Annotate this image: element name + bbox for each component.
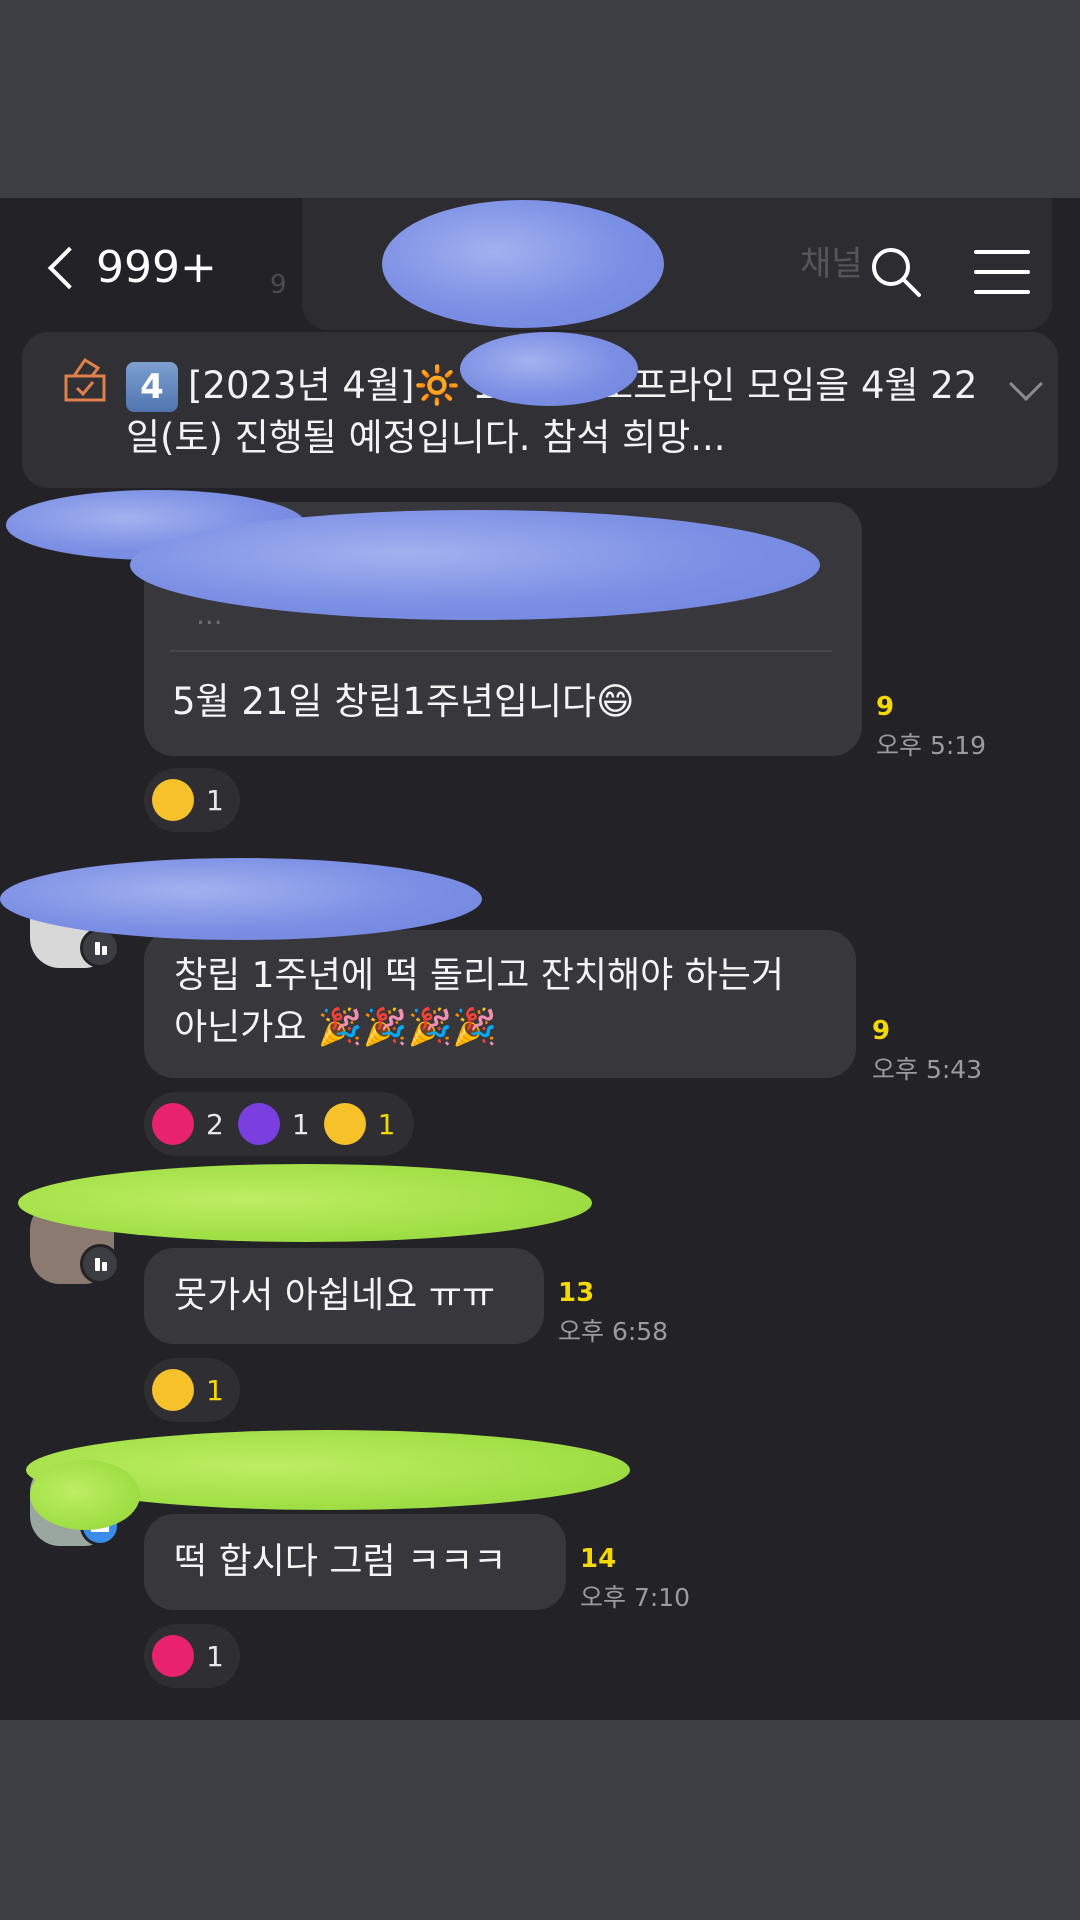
redaction-mark xyxy=(18,1164,592,1242)
vote-box-icon xyxy=(64,357,106,402)
grinning-squint-face-icon xyxy=(152,779,194,821)
reaction-count: 2 xyxy=(206,1107,224,1141)
reaction-item[interactable]: 1 xyxy=(323,1103,396,1145)
hamburger-icon xyxy=(974,250,1030,254)
back-button[interactable]: 999+ xyxy=(40,242,217,293)
reaction-bar: 1 xyxy=(144,768,240,832)
redaction-mark xyxy=(130,510,820,620)
reaction-bar: 1 xyxy=(144,1624,240,1688)
search-button[interactable] xyxy=(868,244,924,300)
reaction-item[interactable]: 1 xyxy=(152,779,224,821)
reaction-item[interactable]: 2 xyxy=(152,1103,224,1145)
bars-icon xyxy=(95,942,108,955)
thumbs-up-icon xyxy=(237,1103,280,1145)
redaction-mark xyxy=(382,200,664,328)
grinning-squint-face-icon xyxy=(323,1103,366,1145)
reaction-count: 1 xyxy=(206,783,224,817)
menu-button[interactable] xyxy=(974,250,1030,294)
background-count: 9 xyxy=(270,270,287,300)
status-area xyxy=(0,0,1080,198)
reaction-count: 1 xyxy=(206,1373,224,1407)
sad-face-icon xyxy=(152,1369,194,1411)
message-bubble[interactable]: 창립 1주년에 떡 돌리고 잔치해야 하는거 아닌가요 🎉🎉🎉🎉 xyxy=(144,930,856,1078)
message-time: 오후 7:10 xyxy=(580,1583,691,1612)
reaction-count: 1 xyxy=(377,1107,396,1141)
heart-icon xyxy=(152,1635,194,1677)
unread-total-count: 999+ xyxy=(96,242,217,293)
message-time: 오후 5:43 xyxy=(872,1055,983,1084)
reaction-item[interactable]: 1 xyxy=(152,1369,224,1411)
background-card-label: 채널 xyxy=(800,244,863,284)
member-badge xyxy=(80,1244,120,1284)
heart-icon xyxy=(152,1103,194,1145)
unread-count: 9 xyxy=(872,1016,891,1046)
message-text: 떡 합시다 그럼 ㅋㅋㅋ xyxy=(174,1541,507,1582)
unread-count: 14 xyxy=(580,1544,617,1574)
quote-divider xyxy=(170,650,832,652)
reaction-item[interactable]: 1 xyxy=(152,1635,224,1677)
unread-count: 13 xyxy=(558,1278,595,1308)
message-text: 5월 21일 창립1주년입니다😄 xyxy=(172,680,635,723)
reaction-item[interactable]: 1 xyxy=(237,1103,310,1145)
redaction-mark xyxy=(30,1460,140,1530)
message-bubble[interactable]: 못가서 아쉽네요 ㅠㅠ xyxy=(144,1248,544,1344)
member-badge xyxy=(80,928,120,968)
message-text: 못가서 아쉽네요 ㅠㅠ xyxy=(174,1275,495,1316)
message-text-line: 창립 1주년에 떡 돌리고 잔치해야 하는거 xyxy=(174,955,785,996)
reaction-bar: 2 1 1 xyxy=(144,1092,414,1156)
search-icon xyxy=(872,248,921,297)
quoted-text: ... xyxy=(196,598,223,631)
message-time: 오후 6:58 xyxy=(558,1317,669,1346)
message-bubble[interactable]: 떡 합시다 그럼 ㅋㅋㅋ xyxy=(144,1514,566,1610)
redaction-mark xyxy=(460,332,638,406)
message-time: 오후 5:19 xyxy=(876,731,987,760)
bottom-area xyxy=(0,1720,1080,1920)
chevron-left-icon xyxy=(47,246,91,289)
reaction-bar: 1 xyxy=(144,1358,240,1422)
bars-icon xyxy=(95,1258,108,1271)
message-text-line: 아닌가요 🎉🎉🎉🎉 xyxy=(174,1007,498,1048)
redaction-mark xyxy=(0,858,482,940)
unread-count: 9 xyxy=(876,692,895,722)
chevron-down-icon[interactable] xyxy=(1009,367,1043,401)
reaction-count: 1 xyxy=(291,1107,310,1141)
chat-screen: 채널 9 999+ 4 [2023년 4월]🔆 12회차 오프라인 모임을 4월… xyxy=(0,198,1080,1720)
reaction-count: 1 xyxy=(206,1639,224,1673)
